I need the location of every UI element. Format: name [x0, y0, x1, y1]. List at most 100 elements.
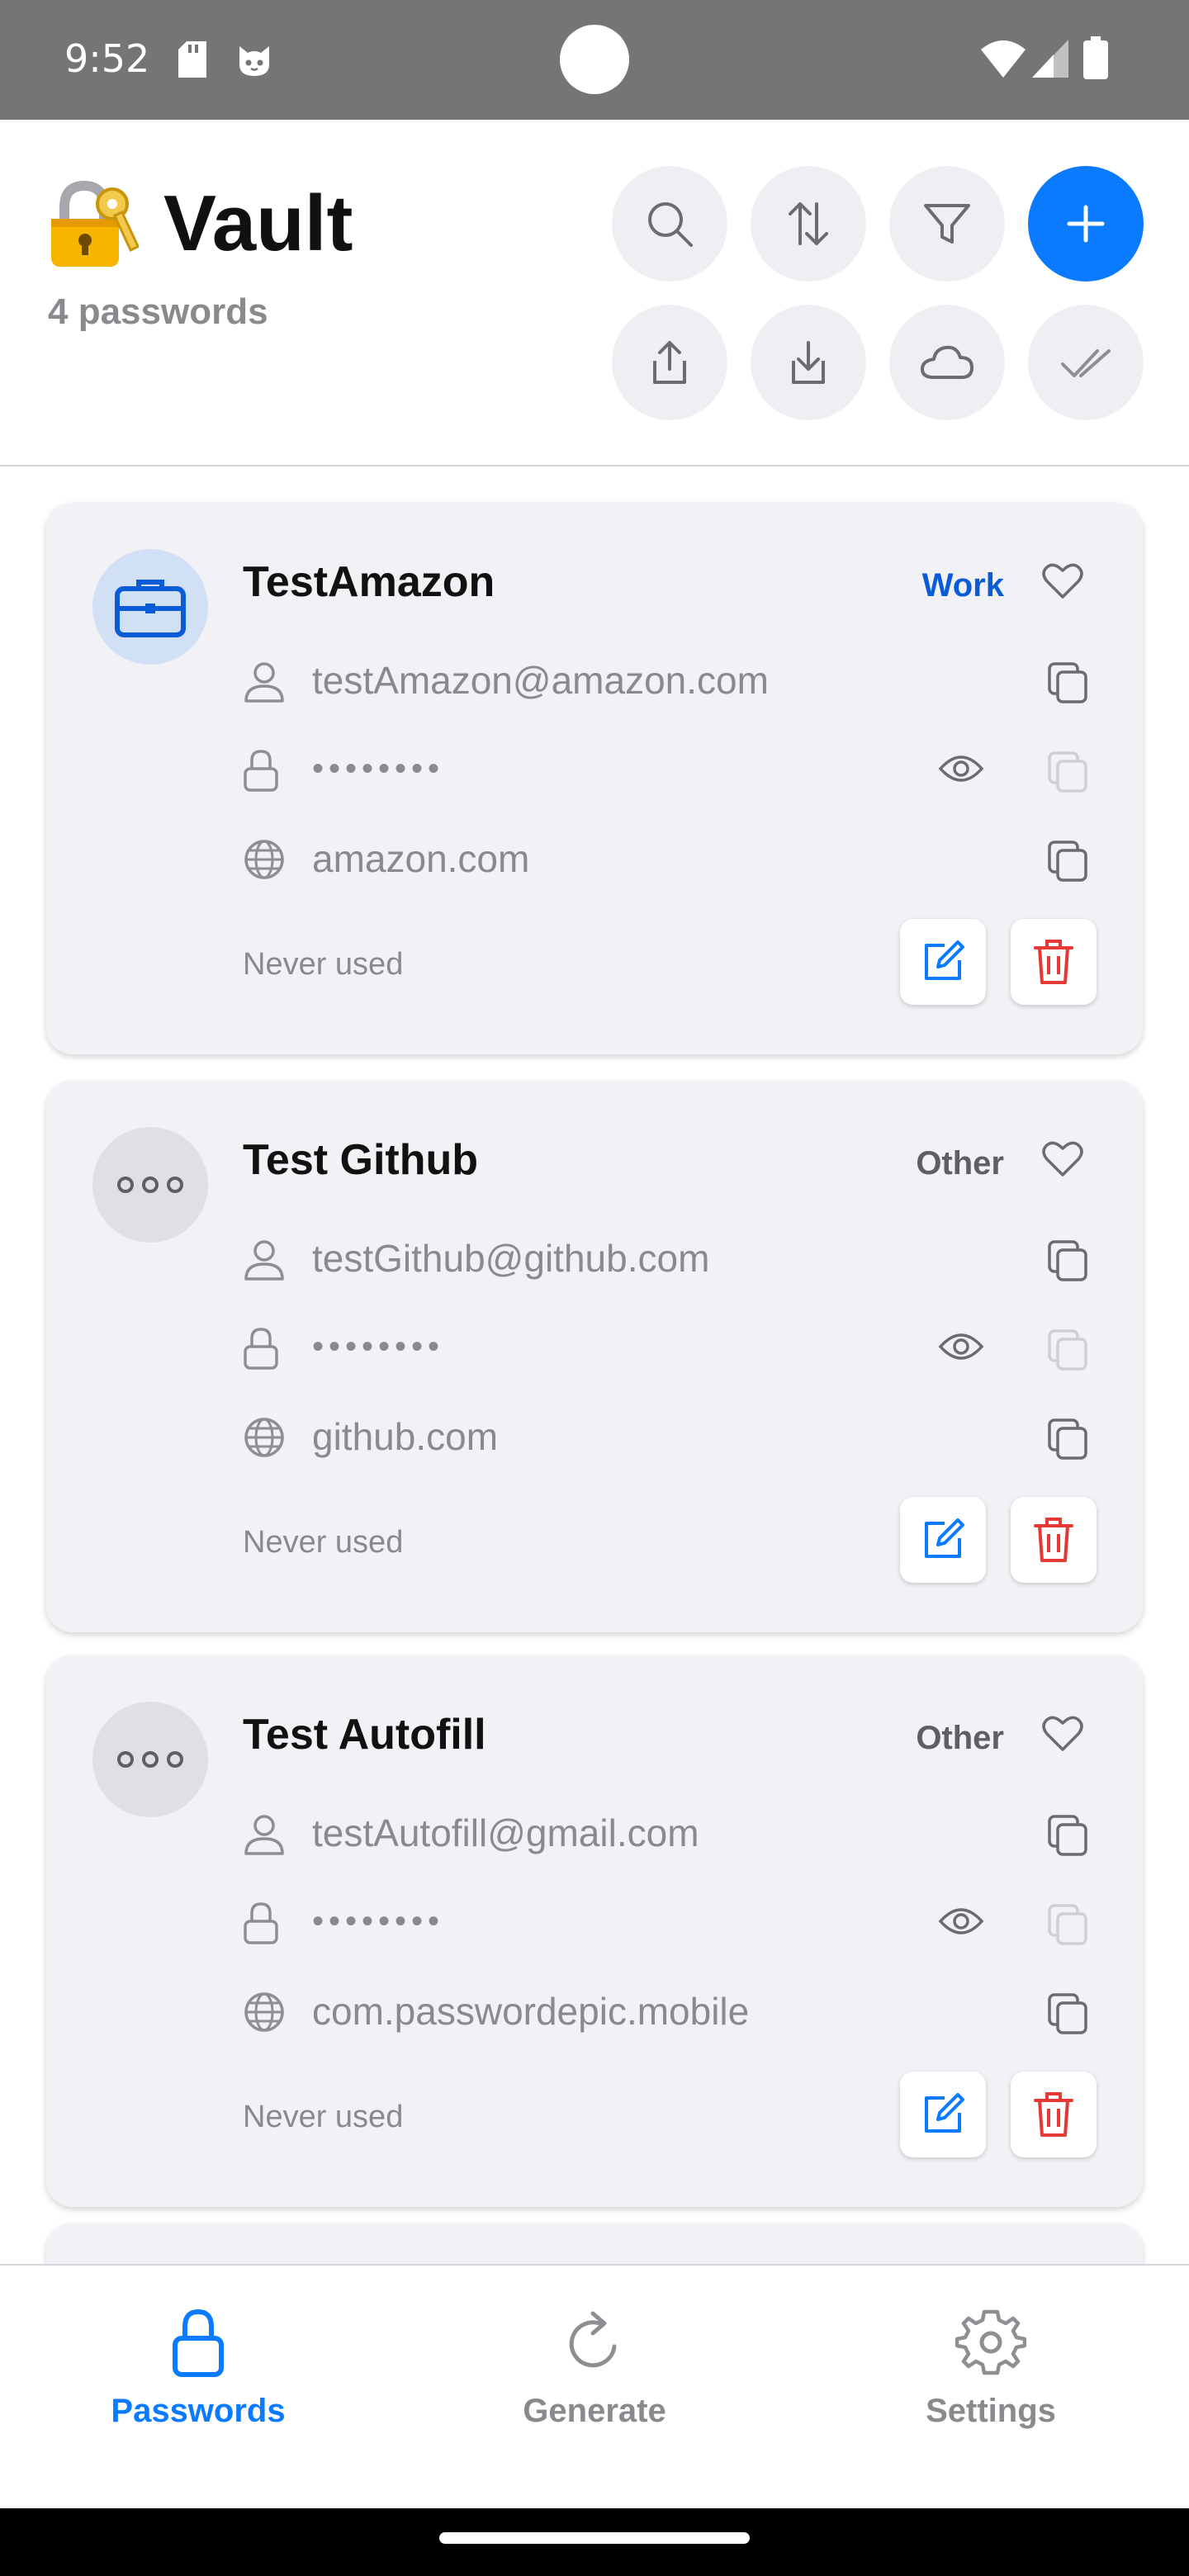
battery-icon: [1083, 36, 1108, 79]
show-password-eye-icon[interactable]: [938, 1905, 984, 1938]
edit-button[interactable]: [900, 1497, 986, 1583]
cloud-icon: [921, 345, 973, 379]
nav-label-generate: Generate: [523, 2393, 666, 2429]
filter-button[interactable]: [889, 166, 1005, 282]
import-icon: [792, 341, 825, 384]
username-text: testGithub@github.com: [312, 1237, 710, 1280]
cat-icon: [239, 46, 269, 76]
status-bar: 9:52: [0, 0, 1189, 120]
screen: 9:52 Vault 4 passwords TestAmazon Work t…: [0, 0, 1189, 2576]
password-card-partial[interactable]: [46, 2223, 1143, 2266]
category-avatar: [92, 549, 208, 665]
home-indicator[interactable]: [439, 2532, 750, 2544]
edit-icon: [925, 1518, 964, 1558]
refresh-icon: [569, 2311, 617, 2368]
username-row: testGithub@github.com: [243, 1234, 1085, 1284]
website-row: github.com: [243, 1413, 1085, 1462]
more-dots-icon: [117, 1177, 183, 1193]
username-row: testAutofill@gmail.com: [243, 1809, 1085, 1859]
user-icon: [244, 662, 284, 703]
copy-username-icon[interactable]: [1047, 1239, 1088, 1282]
last-used-text: Never used: [243, 2100, 404, 2134]
copy-password-icon[interactable]: [1047, 1328, 1088, 1371]
copy-website-icon[interactable]: [1047, 840, 1088, 883]
password-list[interactable]: TestAmazon Work testAmazon@amazon.com ••…: [0, 468, 1189, 2266]
password-card[interactable]: TestAmazon Work testAmazon@amazon.com ••…: [46, 503, 1143, 1054]
show-password-eye-icon[interactable]: [938, 752, 984, 785]
delete-button[interactable]: [1011, 2072, 1097, 2157]
password-count: 4 passwords: [48, 291, 268, 332]
category-label: Other: [916, 1145, 1004, 1181]
delete-button[interactable]: [1011, 919, 1097, 1005]
edit-button[interactable]: [900, 919, 986, 1005]
show-password-eye-icon[interactable]: [938, 1330, 984, 1363]
category-label: Work: [921, 567, 1004, 604]
password-masked-text: ••••••••: [312, 1328, 445, 1365]
password-masked-text: ••••••••: [312, 1903, 445, 1939]
last-used-text: Never used: [243, 1525, 404, 1560]
category-avatar: [92, 1702, 208, 1817]
delete-button[interactable]: [1011, 1497, 1097, 1583]
locked-with-key-icon: [51, 180, 139, 267]
username-text: testAmazon@amazon.com: [312, 659, 769, 702]
lock-icon: [173, 2308, 224, 2377]
wifi-icon: [981, 40, 1026, 78]
favorite-heart-icon[interactable]: [1042, 562, 1083, 600]
copy-password-icon[interactable]: [1047, 751, 1088, 793]
camera-cutout: [560, 25, 629, 94]
entry-title: Test Github: [243, 1136, 479, 1184]
copy-website-icon[interactable]: [1047, 1992, 1088, 2035]
category-avatar: [92, 1127, 208, 1243]
select-all-icon: [1061, 349, 1111, 377]
favorite-heart-icon[interactable]: [1042, 1140, 1083, 1178]
search-icon: [648, 202, 693, 247]
website-text: github.com: [312, 1415, 499, 1458]
website-text: com.passwordepic.mobile: [312, 1990, 750, 2033]
trash-icon: [1034, 1518, 1073, 1562]
edit-button[interactable]: [900, 2072, 986, 2157]
add-password-button[interactable]: [1028, 166, 1144, 282]
copy-username-icon[interactable]: [1047, 661, 1088, 704]
nav-tab-passwords[interactable]: Passwords: [41, 2307, 355, 2430]
sort-button[interactable]: [751, 166, 866, 282]
page-title: Vault: [163, 179, 353, 268]
lock-icon: [244, 1328, 278, 1370]
trash-icon: [1034, 2092, 1073, 2137]
globe-icon: [244, 1418, 284, 1457]
password-masked-text: ••••••••: [312, 751, 445, 787]
password-card[interactable]: Test Github Other testGithub@github.com …: [46, 1081, 1143, 1632]
nav-tab-generate[interactable]: Generate: [438, 2307, 751, 2430]
filter-icon: [924, 204, 970, 244]
bottom-nav: Passwords Generate Settings: [0, 2264, 1189, 2508]
trash-icon: [1034, 940, 1073, 984]
search-button[interactable]: [612, 166, 727, 282]
copy-password-icon[interactable]: [1047, 1903, 1088, 1946]
export-button[interactable]: [612, 305, 727, 420]
last-used-text: Never used: [243, 947, 404, 982]
category-label: Other: [916, 1720, 1004, 1756]
user-icon: [244, 1240, 284, 1281]
user-icon: [244, 1815, 284, 1855]
favorite-heart-icon[interactable]: [1042, 1715, 1083, 1753]
import-button[interactable]: [751, 305, 866, 420]
nav-label-passwords: Passwords: [111, 2393, 286, 2429]
select-all-button[interactable]: [1028, 305, 1144, 420]
password-card[interactable]: Test Autofill Other testAutofill@gmail.c…: [46, 1655, 1143, 2207]
sort-icon: [789, 202, 828, 245]
sd-card-icon: [178, 41, 206, 78]
cloud-sync-button[interactable]: [889, 305, 1005, 420]
nav-label-settings: Settings: [926, 2393, 1056, 2429]
username-row: testAmazon@amazon.com: [243, 656, 1085, 706]
globe-icon: [244, 840, 284, 879]
signal-icon: [1032, 40, 1068, 78]
title-row: Vault: [46, 178, 353, 270]
nav-tab-settings[interactable]: Settings: [834, 2307, 1148, 2430]
lock-icon: [244, 1902, 278, 1944]
entry-title: TestAmazon: [243, 558, 495, 606]
briefcase-icon: [115, 580, 186, 637]
more-dots-icon: [117, 1751, 183, 1768]
gear-icon: [955, 2309, 1026, 2375]
copy-username-icon[interactable]: [1047, 1814, 1088, 1857]
edit-icon: [925, 940, 964, 980]
copy-website-icon[interactable]: [1047, 1418, 1088, 1461]
